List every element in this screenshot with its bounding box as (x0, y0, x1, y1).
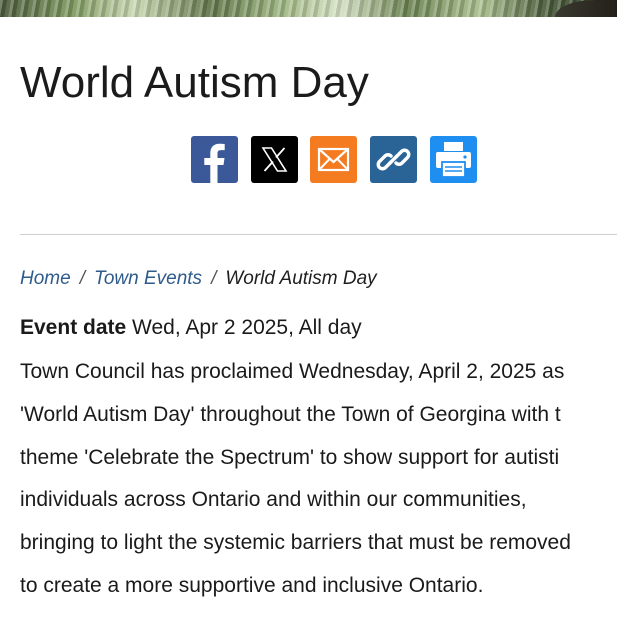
share-email-button[interactable] (310, 136, 357, 183)
description-line: bringing to light the systemic barriers … (20, 531, 571, 555)
x-icon (251, 136, 298, 183)
breadcrumb-separator: / (79, 268, 85, 289)
envelope-icon (310, 136, 357, 183)
link-icon (370, 136, 417, 183)
event-date-label: Event date (20, 316, 127, 339)
breadcrumb-separator: / (211, 268, 217, 289)
description-line: Town Council has proclaimed Wednesday, A… (20, 360, 565, 383)
breadcrumb-current: World Autism Day (225, 268, 377, 289)
header-banner-image (0, 0, 617, 17)
event-description: Town Council has proclaimed Wednesday, A… (20, 351, 571, 608)
copy-link-button[interactable] (370, 136, 417, 183)
breadcrumb-town-events-link[interactable]: Town Events (94, 268, 202, 289)
print-button[interactable] (430, 136, 477, 183)
banner-tree-trunk (555, 0, 617, 17)
description-line: individuals across Ontario and within ou… (20, 488, 527, 512)
section-divider (20, 234, 617, 235)
event-date: Event date Wed, Apr 2 2025, All day (20, 314, 362, 342)
description-line: theme 'Celebrate the Spectrum' to show s… (20, 445, 560, 469)
description-line: 'World Autism Day' throughout the Town o… (20, 402, 561, 426)
printer-icon (430, 136, 477, 183)
description-line: to create a more supportive and inclusiv… (20, 573, 484, 597)
share-x-button[interactable] (251, 136, 298, 183)
breadcrumb-home-link[interactable]: Home (20, 268, 71, 289)
share-facebook-button[interactable] (191, 136, 238, 183)
event-date-value: Wed, Apr 2 2025, All day (132, 316, 362, 339)
facebook-icon (191, 136, 238, 183)
page-title: World Autism Day (20, 58, 369, 107)
breadcrumb: Home / Town Events / World Autism Day (20, 266, 377, 292)
